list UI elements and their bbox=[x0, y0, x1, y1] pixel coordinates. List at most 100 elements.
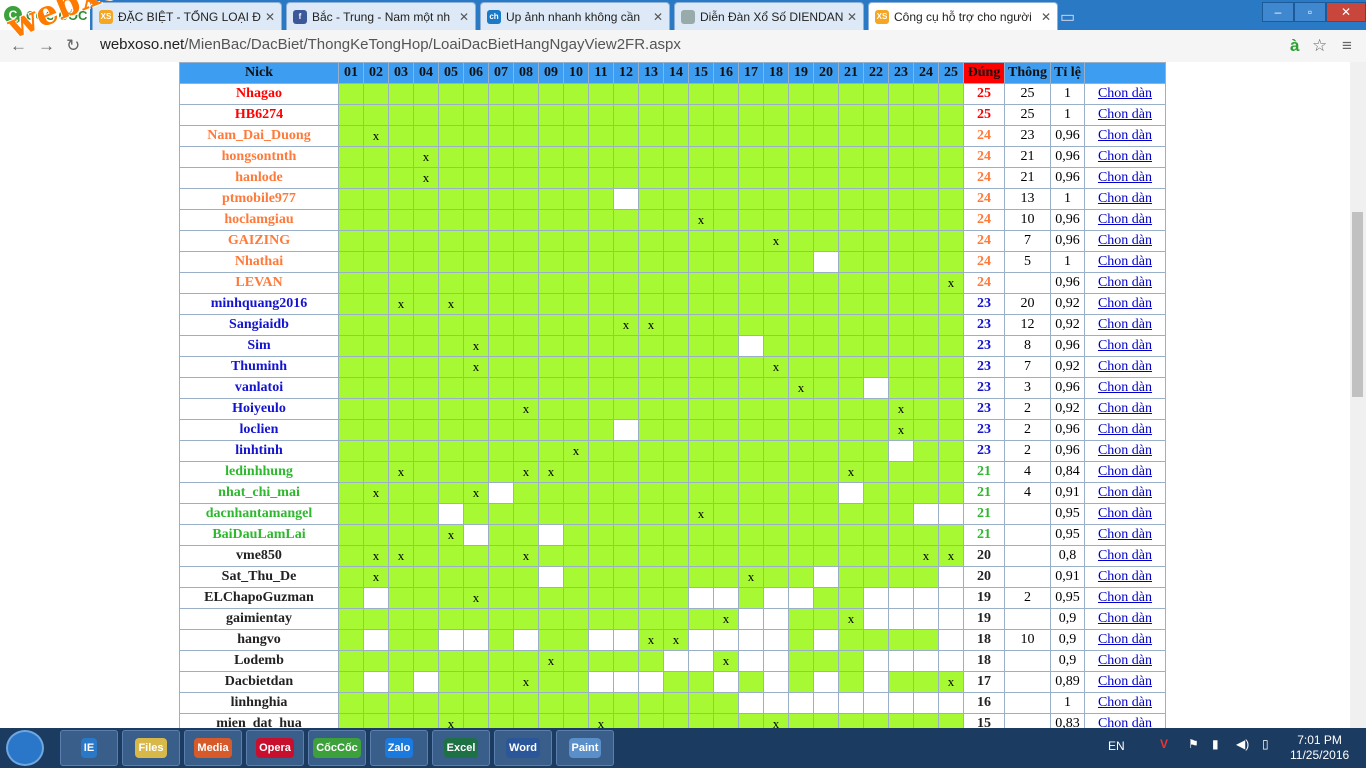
number-cell bbox=[888, 125, 914, 147]
taskbar-clock[interactable]: 7:01 PM 11/25/2016 bbox=[1290, 733, 1349, 763]
menu-icon[interactable]: ≡ bbox=[1342, 36, 1352, 56]
number-cell bbox=[638, 545, 664, 567]
tile-cell: 0,91 bbox=[1050, 482, 1085, 504]
coccoc-dictionary-icon[interactable]: à bbox=[1290, 36, 1299, 56]
chon-dan-link[interactable]: Chon dàn bbox=[1098, 548, 1152, 563]
number-cell bbox=[638, 104, 664, 126]
chon-dan-link[interactable]: Chon dàn bbox=[1098, 443, 1152, 458]
number-cell bbox=[613, 167, 639, 189]
chon-dan-link[interactable]: Chon dàn bbox=[1098, 86, 1152, 101]
start-button[interactable] bbox=[6, 730, 44, 766]
chon-dan-link[interactable]: Chon dàn bbox=[1098, 632, 1152, 647]
chon-dan-link[interactable]: Chon dàn bbox=[1098, 317, 1152, 332]
number-cell bbox=[563, 272, 589, 294]
chon-dan-link[interactable]: Chon dàn bbox=[1098, 716, 1152, 728]
forward-icon[interactable]: → bbox=[38, 36, 55, 56]
number-cell bbox=[563, 167, 589, 189]
browser-tab[interactable]: Diễn Đàn Xổ Số DIENDAN ✕ bbox=[674, 2, 864, 30]
chon-dan-link[interactable]: Chon dàn bbox=[1098, 590, 1152, 605]
chon-dan-link[interactable]: Chon dàn bbox=[1098, 338, 1152, 353]
battery-icon[interactable]: ▯ bbox=[1262, 737, 1269, 751]
number-cell bbox=[613, 209, 639, 231]
chon-dan-link[interactable]: Chon dàn bbox=[1098, 485, 1152, 500]
new-tab-button[interactable]: ▭ bbox=[1060, 7, 1075, 27]
chon-dan-link[interactable]: Chon dàn bbox=[1098, 506, 1152, 521]
chon-dan-link[interactable]: Chon dàn bbox=[1098, 149, 1152, 164]
chon-dan-link[interactable]: Chon dàn bbox=[1098, 674, 1152, 689]
chon-dan-link[interactable]: Chon dàn bbox=[1098, 254, 1152, 269]
nick-cell: Sat_Thu_De bbox=[179, 566, 339, 588]
browser-tab[interactable]: f Bắc - Trung - Nam một nh ✕ bbox=[286, 2, 476, 30]
number-cell bbox=[838, 314, 864, 336]
chon-dan-link[interactable]: Chon dàn bbox=[1098, 527, 1152, 542]
tile-cell: 0,92 bbox=[1050, 356, 1085, 378]
number-cell bbox=[763, 503, 789, 525]
tab-close-icon[interactable]: ✕ bbox=[653, 10, 663, 24]
number-cell bbox=[788, 146, 814, 168]
number-cell bbox=[788, 314, 814, 336]
tab-close-icon[interactable]: ✕ bbox=[1041, 10, 1051, 24]
chon-dan-link[interactable]: Chon dàn bbox=[1098, 380, 1152, 395]
chon-dan-link[interactable]: Chon dàn bbox=[1098, 233, 1152, 248]
chon-dan-link[interactable]: Chon dàn bbox=[1098, 401, 1152, 416]
taskbar-app-button[interactable]: CốcCốc bbox=[308, 730, 366, 766]
taskbar-app-button[interactable]: Media bbox=[184, 730, 242, 766]
taskbar-app-button[interactable]: Excel bbox=[432, 730, 490, 766]
close-window-button[interactable]: ✕ bbox=[1326, 2, 1366, 22]
header-col: 09 bbox=[538, 62, 564, 84]
chon-dan-link[interactable]: Chon dàn bbox=[1098, 170, 1152, 185]
taskbar-app-button[interactable]: IE bbox=[60, 730, 118, 766]
antivirus-icon[interactable]: V bbox=[1160, 737, 1168, 751]
chon-dan-link[interactable]: Chon dàn bbox=[1098, 464, 1152, 479]
chon-dan-link[interactable]: Chon dàn bbox=[1098, 296, 1152, 311]
taskbar-app-button[interactable]: Opera bbox=[246, 730, 304, 766]
chon-dan-link[interactable]: Chon dàn bbox=[1098, 653, 1152, 668]
chon-dan-link[interactable]: Chon dàn bbox=[1098, 611, 1152, 626]
number-cell bbox=[663, 272, 689, 294]
number-cell bbox=[688, 293, 714, 315]
chon-dan-link[interactable]: Chon dàn bbox=[1098, 275, 1152, 290]
reload-icon[interactable]: ↻ bbox=[66, 36, 80, 56]
number-cell bbox=[838, 524, 864, 546]
browser-tab[interactable]: XS ĐẶC BIỆT - TỔNG LOẠI ĐẶ ✕ bbox=[92, 2, 282, 30]
number-cell bbox=[438, 104, 464, 126]
chon-dan-link[interactable]: Chon dàn bbox=[1098, 359, 1152, 374]
chon-dan-link[interactable]: Chon dàn bbox=[1098, 107, 1152, 122]
chon-dan-link[interactable]: Chon dàn bbox=[1098, 128, 1152, 143]
language-indicator[interactable]: EN bbox=[1108, 739, 1125, 753]
url-input[interactable]: webxoso.net/MienBac/DacBiet/ThongKeTongH… bbox=[100, 36, 681, 53]
tile-cell: 0,92 bbox=[1050, 314, 1085, 336]
number-cell bbox=[438, 83, 464, 105]
thong-cell: 2 bbox=[1004, 587, 1051, 609]
dung-cell: 23 bbox=[963, 293, 1005, 315]
tab-close-icon[interactable]: ✕ bbox=[459, 10, 469, 24]
chon-dan-link[interactable]: Chon dàn bbox=[1098, 422, 1152, 437]
network-icon[interactable]: ▮ bbox=[1212, 737, 1219, 751]
browser-tab[interactable]: XS Công cụ hỗ trợ cho người ✕ bbox=[868, 2, 1058, 30]
volume-icon[interactable]: ◀) bbox=[1236, 737, 1249, 751]
taskbar-app-button[interactable]: Zalo bbox=[370, 730, 428, 766]
minimize-button[interactable]: – bbox=[1262, 2, 1294, 22]
number-cell bbox=[513, 419, 539, 441]
number-cell bbox=[488, 356, 514, 378]
nick-cell: vme850 bbox=[179, 545, 339, 567]
number-cell bbox=[713, 524, 739, 546]
chon-dan-link[interactable]: Chon dàn bbox=[1098, 212, 1152, 227]
bookmark-star-icon[interactable]: ☆ bbox=[1312, 36, 1327, 56]
number-cell bbox=[763, 167, 789, 189]
browser-tab[interactable]: ch Up ảnh nhanh không cần ✕ bbox=[480, 2, 670, 30]
maximize-button[interactable]: ▫ bbox=[1294, 2, 1326, 22]
number-cell bbox=[888, 566, 914, 588]
taskbar-app-button[interactable]: Paint bbox=[556, 730, 614, 766]
chon-dan-link[interactable]: Chon dàn bbox=[1098, 695, 1152, 710]
number-cell bbox=[388, 188, 414, 210]
scrollbar-thumb[interactable] bbox=[1352, 212, 1363, 397]
vertical-scrollbar[interactable] bbox=[1350, 62, 1366, 728]
chon-dan-link[interactable]: Chon dàn bbox=[1098, 569, 1152, 584]
tab-close-icon[interactable]: ✕ bbox=[265, 10, 275, 24]
taskbar-app-button[interactable]: Word bbox=[494, 730, 552, 766]
taskbar-app-button[interactable]: Files bbox=[122, 730, 180, 766]
chon-dan-link[interactable]: Chon dàn bbox=[1098, 191, 1152, 206]
tab-close-icon[interactable]: ✕ bbox=[847, 10, 857, 24]
flag-icon[interactable]: ⚑ bbox=[1188, 737, 1199, 751]
